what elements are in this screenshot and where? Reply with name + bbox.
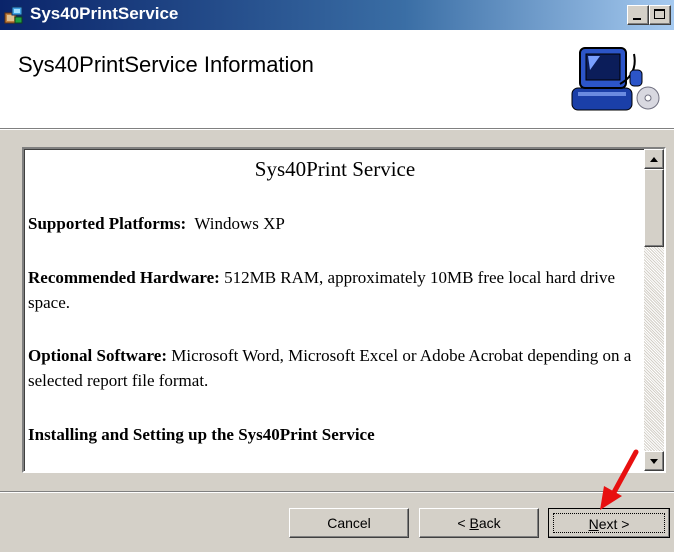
platforms-value: Windows XP [194, 214, 285, 233]
wizard-header: Sys40PrintService Information [0, 30, 674, 128]
red-arrow-annotation-icon [600, 449, 639, 510]
scrollbar-thumb[interactable] [644, 169, 664, 247]
platforms-label: Supported Platforms: [28, 214, 187, 233]
installer-window: Sys40PrintService Sys40PrintService Info… [0, 0, 674, 552]
next-rest: ext > [598, 516, 630, 532]
maximize-icon [654, 9, 665, 19]
footer-divider-highlight [0, 492, 674, 493]
cancel-button[interactable]: Cancel [289, 508, 409, 538]
back-rest: ack [478, 515, 501, 531]
vertical-scrollbar[interactable] [644, 149, 664, 471]
software-label: Optional Software: [28, 346, 167, 365]
optional-software: Optional Software: Microsoft Word, Micro… [28, 343, 640, 393]
information-text: Sys40Print Service Supported Platforms: … [28, 149, 642, 471]
minimize-icon [633, 18, 641, 20]
computer-cd-logo-icon [571, 47, 660, 111]
installing-heading: Installing and Setting up the Sys40Print… [28, 425, 375, 444]
window-title: Sys40PrintService [30, 4, 179, 23]
title-bar[interactable]: Sys40PrintService [0, 0, 674, 30]
scroll-up-button[interactable] [644, 149, 664, 169]
back-button[interactable]: < Back [419, 508, 539, 538]
maximize-button[interactable] [649, 5, 671, 25]
header-divider-highlight [0, 129, 674, 130]
recommended-hardware: Recommended Hardware: 512MB RAM, approxi… [28, 265, 640, 315]
scroll-up-arrow-icon [650, 157, 658, 162]
hardware-label: Recommended Hardware: [28, 268, 220, 287]
document-title: Sys40Print Service [254, 157, 416, 181]
back-prefix: < [457, 515, 470, 531]
back-mnemonic: B [469, 515, 479, 531]
page-title: Sys40PrintService Information [18, 52, 314, 77]
installing-section: Installing and Setting up the Sys40Print… [28, 422, 640, 447]
next-mnemonic: N [588, 516, 599, 532]
minimize-button[interactable] [627, 5, 649, 25]
installer-icon [4, 6, 23, 24]
information-text-panel[interactable]: Sys40Print Service Supported Platforms: … [22, 147, 666, 473]
supported-platforms: Supported Platforms: Windows XP [28, 211, 640, 236]
